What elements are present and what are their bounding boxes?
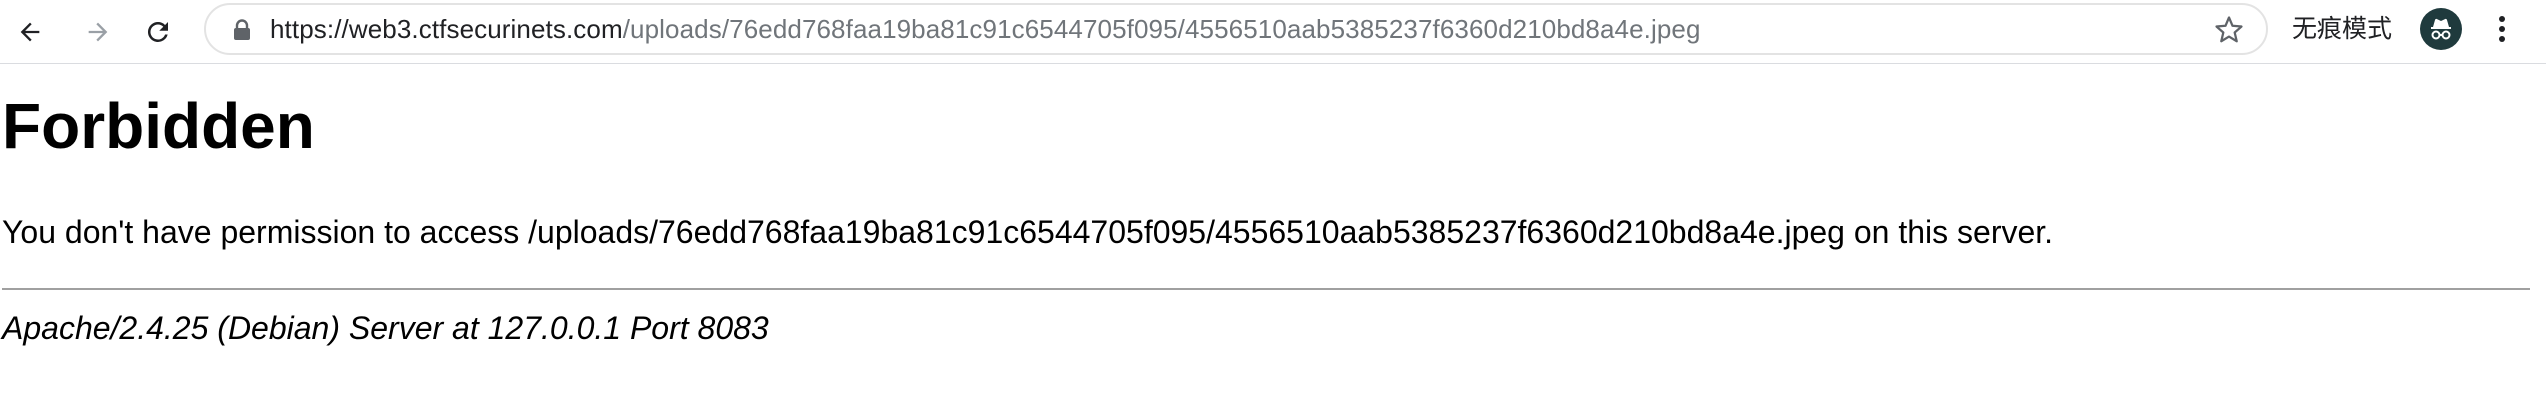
browser-toolbar: https://web3.ctfsecurinets.com/uploads/7…	[0, 0, 2546, 64]
forward-button[interactable]	[74, 8, 122, 56]
star-icon[interactable]	[2214, 15, 2244, 45]
reload-button[interactable]	[134, 8, 182, 56]
back-button[interactable]	[6, 8, 54, 56]
reload-icon	[147, 21, 168, 42]
url-text[interactable]: https://web3.ctfsecurinets.com/uploads/7…	[270, 5, 1701, 53]
incognito-label[interactable]: 无痕模式	[2292, 0, 2392, 58]
lock-icon[interactable]	[232, 19, 252, 41]
error-message: You don't have permission to access /upl…	[2, 214, 2054, 250]
incognito-icon	[2431, 18, 2451, 40]
server-signature: Apache/2.4.25 (Debian) Server at 127.0.0…	[2, 310, 769, 346]
address-bar[interactable]: https://web3.ctfsecurinets.com/uploads/7…	[204, 3, 2268, 55]
arrow-right-icon	[88, 22, 108, 42]
url-path: /uploads/76edd768faa19ba81c91c6544705f09…	[622, 14, 1701, 44]
incognito-avatar[interactable]	[2420, 8, 2462, 50]
arrow-left-icon	[20, 22, 40, 42]
kebab-menu-icon	[2499, 16, 2505, 42]
page-title: Forbidden	[2, 90, 315, 162]
menu-button[interactable]	[2482, 6, 2522, 52]
url-host: https://web3.ctfsecurinets.com	[270, 14, 623, 44]
divider	[2, 288, 2530, 290]
